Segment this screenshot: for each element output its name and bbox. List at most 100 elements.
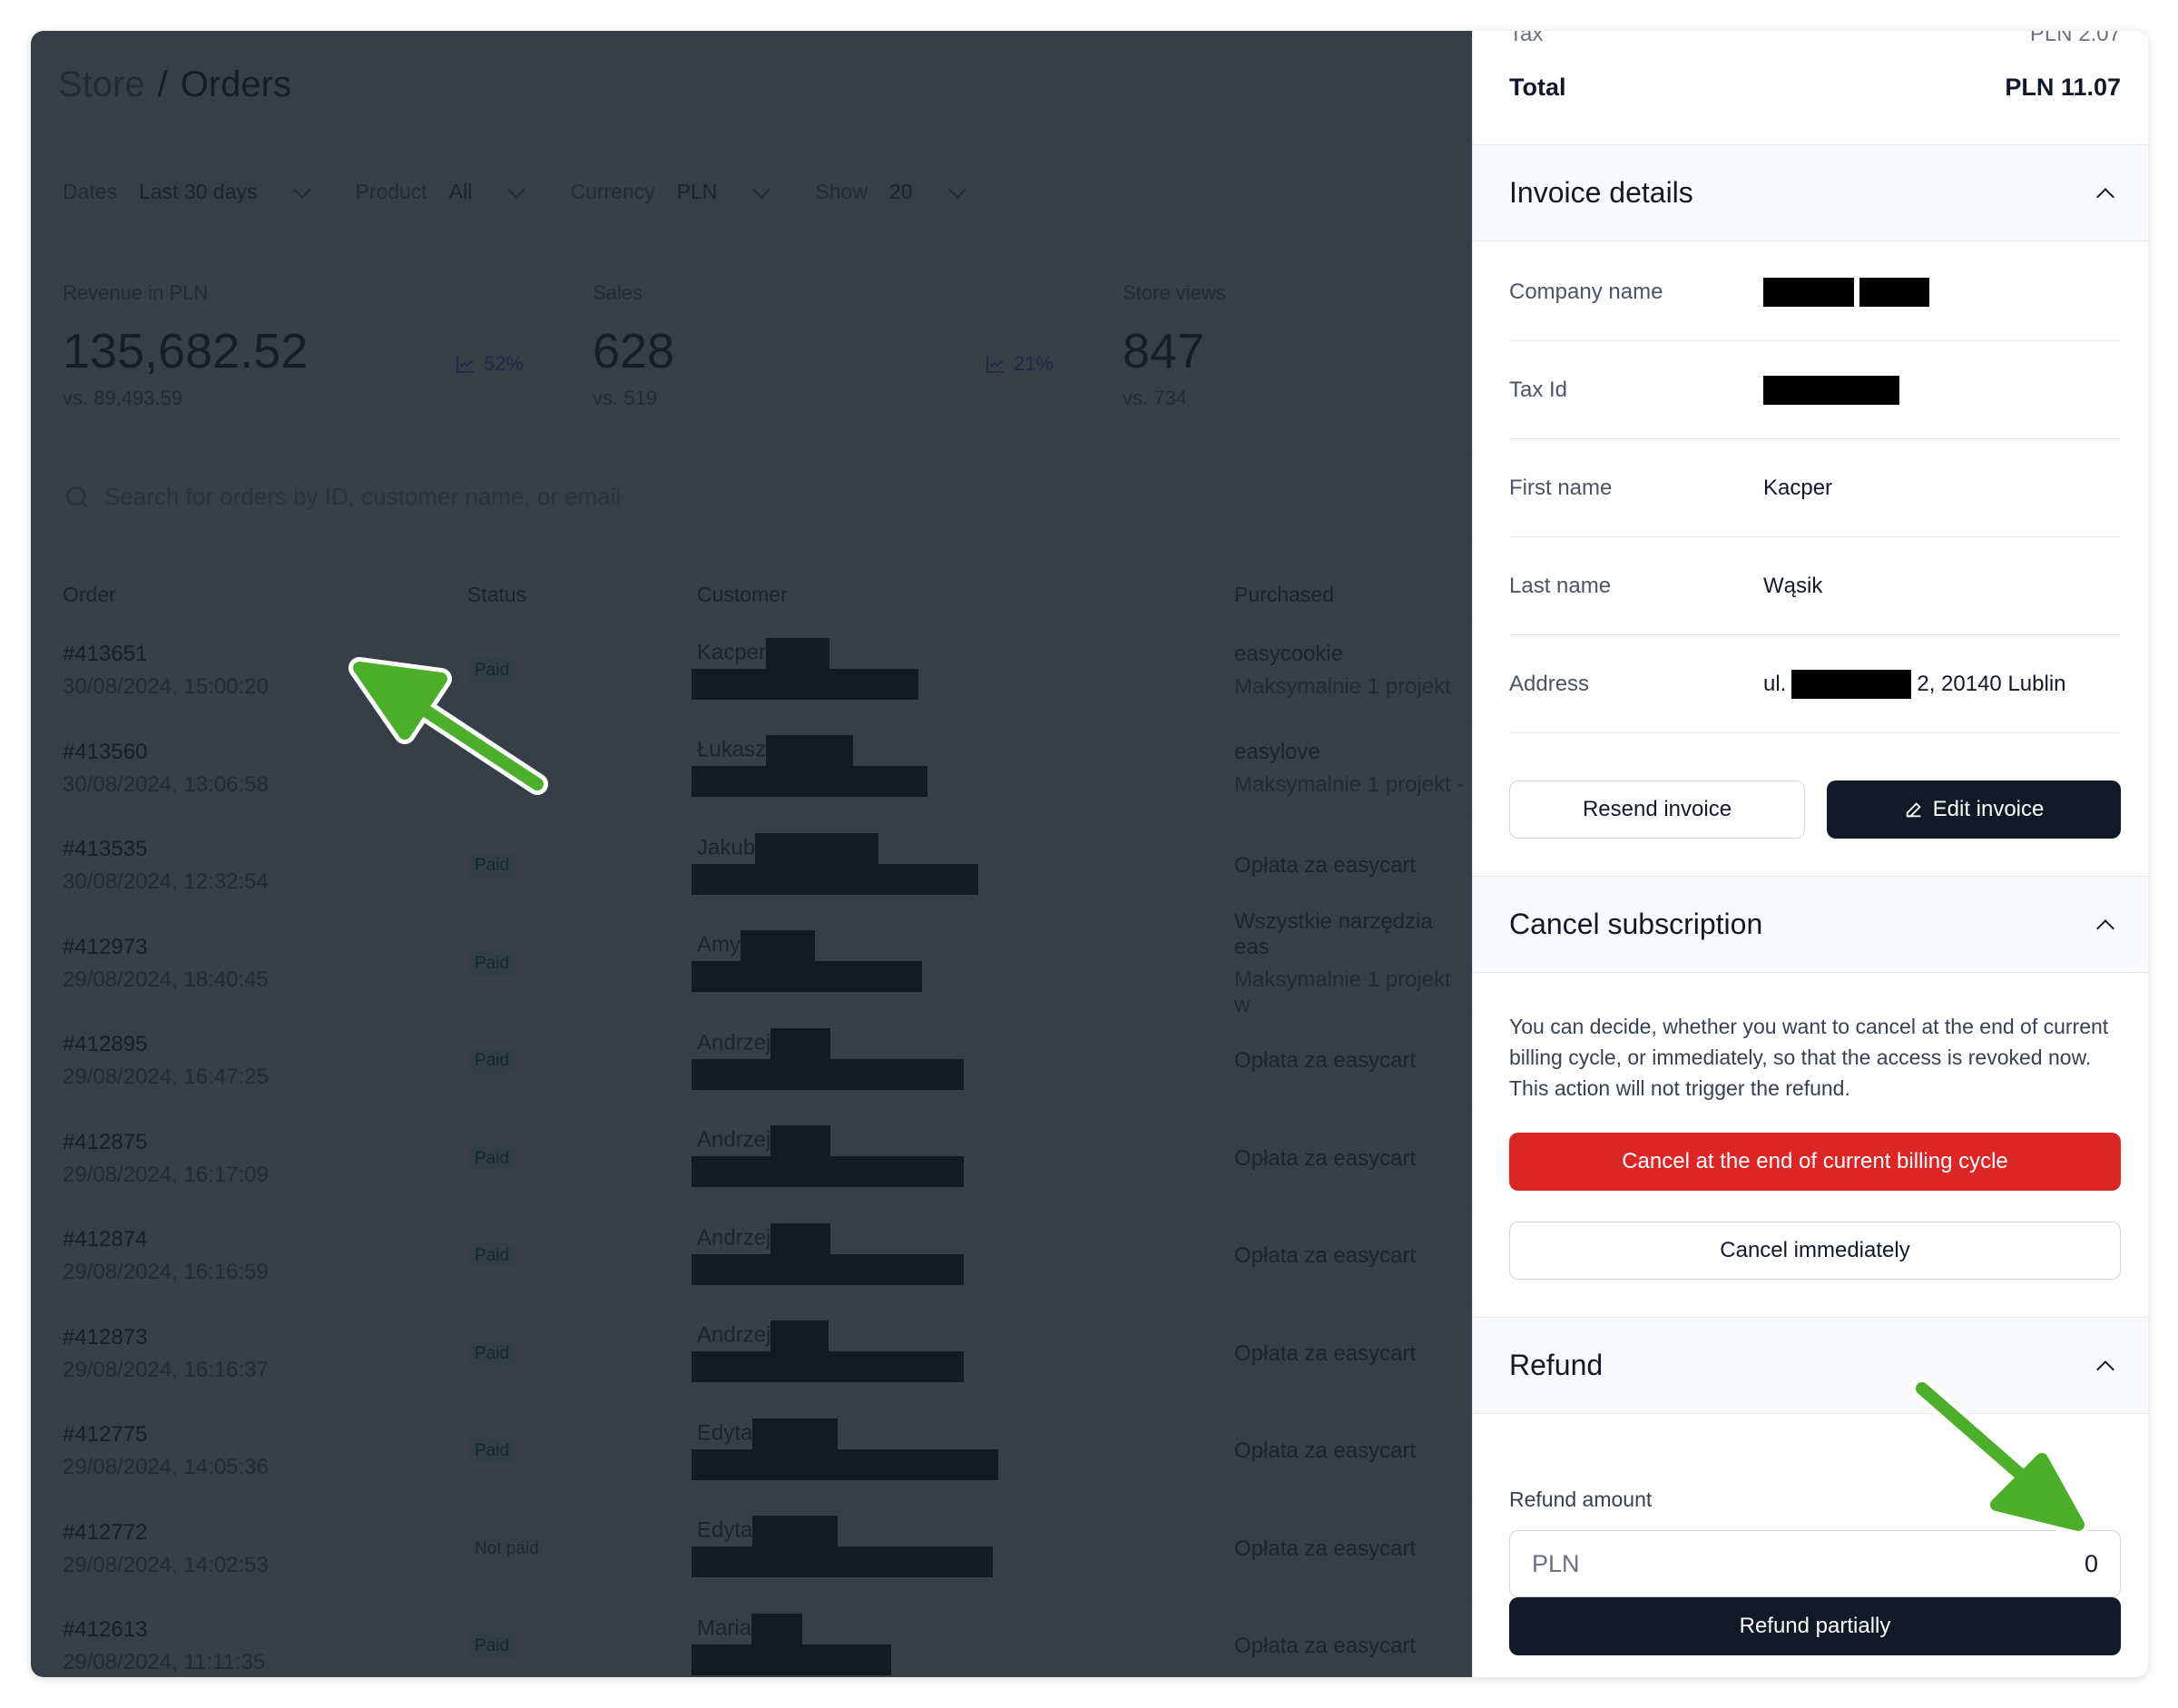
order-cell: #412895 29/08/2024, 16:47:25 bbox=[63, 1032, 467, 1090]
customer-first-name: Andrzej bbox=[697, 1225, 771, 1251]
column-header-status[interactable]: Status bbox=[467, 583, 697, 607]
stat-delta: 21% bbox=[985, 352, 1054, 376]
order-date: 29/08/2024, 16:16:37 bbox=[63, 1357, 269, 1382]
filter-show[interactable]: Show 20 bbox=[815, 174, 970, 210]
order-id[interactable]: #412973 bbox=[63, 935, 467, 960]
column-header-order[interactable]: Order bbox=[63, 583, 467, 607]
section-title: Cancel subscription bbox=[1509, 908, 1763, 940]
stat-label: Store views bbox=[1123, 281, 1226, 304]
customer-email bbox=[692, 766, 1234, 801]
column-header-purchased[interactable]: Purchased bbox=[1234, 583, 1472, 607]
customer-first-name: Andrzej bbox=[697, 1030, 771, 1055]
status-badge: Paid bbox=[467, 853, 517, 879]
redaction bbox=[692, 1546, 993, 1578]
customer-cell: Kacper bbox=[692, 637, 1234, 704]
product-name: Opłata za easycart bbox=[1234, 1243, 1417, 1269]
customer-name: Andrzej bbox=[697, 1320, 1234, 1352]
chevron-up-icon[interactable] bbox=[2096, 918, 2114, 937]
status-cell: Paid bbox=[467, 1048, 697, 1074]
status-cell: Paid bbox=[467, 1438, 697, 1464]
refund-amount-value[interactable]: 0 bbox=[2085, 1550, 2098, 1578]
cancel-subscription-header[interactable]: Cancel subscription bbox=[1473, 876, 2148, 973]
redaction bbox=[1859, 277, 1929, 307]
order-date: 30/08/2024, 13:06:58 bbox=[63, 771, 269, 797]
table-row[interactable]: #412895 29/08/2024, 16:47:25 Paid Andrzej Op… bbox=[63, 1013, 1472, 1111]
total-label: Total bbox=[1509, 74, 1566, 101]
refund-partially-button[interactable]: Refund partially bbox=[1509, 1597, 2121, 1655]
cancel-immediately-button[interactable]: Cancel immediately bbox=[1509, 1222, 2121, 1280]
order-id[interactable]: #413535 bbox=[63, 837, 467, 862]
purchased-cell: Opłata za easycart bbox=[1234, 1438, 1472, 1464]
customer-email bbox=[692, 1644, 1234, 1677]
stat-compare: vs. 89,493.59 bbox=[63, 387, 183, 409]
customer-name: Maria bbox=[697, 1613, 1234, 1644]
filter-product[interactable]: Product All bbox=[356, 174, 531, 210]
customer-email bbox=[692, 1253, 1234, 1290]
customer-email bbox=[692, 961, 1234, 996]
refund-header[interactable]: Refund bbox=[1473, 1317, 2148, 1414]
product-name: Opłata za easycart bbox=[1234, 1048, 1417, 1074]
customer-first-name: Amy bbox=[697, 932, 741, 957]
customer-name: Jakub bbox=[697, 832, 1234, 864]
customer-cell: Edyta bbox=[692, 1516, 1234, 1582]
refund-amount-input[interactable]: PLN 0 bbox=[1509, 1530, 2121, 1597]
address-suffix: 2, 20140 Lublin bbox=[1917, 671, 2066, 696]
table-row[interactable]: #412775 29/08/2024, 14:05:36 Paid Edyta Opła… bbox=[63, 1403, 1472, 1501]
status-cell: Paid bbox=[467, 1145, 697, 1171]
table-row[interactable]: #412873 29/08/2024, 16:16:37 Paid Andrzej Op… bbox=[63, 1306, 1472, 1403]
order-search[interactable]: Search for orders by ID, customer name, … bbox=[31, 456, 1472, 539]
breadcrumb-store-link[interactable]: Store bbox=[58, 64, 145, 105]
order-id[interactable]: #413560 bbox=[63, 740, 467, 765]
redaction bbox=[751, 1613, 803, 1644]
order-id[interactable]: #412772 bbox=[63, 1520, 467, 1546]
customer-first-name: Andrzej bbox=[697, 1127, 771, 1153]
order-id[interactable]: #412775 bbox=[63, 1422, 467, 1448]
table-row[interactable]: #413560 30/08/2024, 13:06:58 Łukasz easylov… bbox=[63, 721, 1472, 818]
table-row[interactable]: #412875 29/08/2024, 16:17:09 Paid Andrzej Op… bbox=[63, 1111, 1472, 1208]
order-cell: #412875 29/08/2024, 16:17:09 bbox=[63, 1130, 467, 1188]
order-id[interactable]: #412873 bbox=[63, 1325, 467, 1350]
stat-delta: 52% bbox=[455, 352, 524, 376]
order-cell: #413651 30/08/2024, 15:00:20 bbox=[63, 642, 467, 700]
order-cell: #412973 29/08/2024, 18:40:45 bbox=[63, 935, 467, 993]
purchased-cell: easycookie Maksymalnie 1 projekt bbox=[1234, 642, 1472, 700]
chevron-up-icon[interactable] bbox=[2096, 187, 2114, 206]
search-input[interactable]: Search for orders by ID, customer name, … bbox=[104, 483, 621, 511]
table-row[interactable]: #413535 30/08/2024, 12:32:54 Paid Jakub Opła… bbox=[63, 818, 1472, 916]
table-row[interactable]: #412772 29/08/2024, 14:02:53 Not paid Edyta… bbox=[63, 1501, 1472, 1598]
table-row[interactable]: #412973 29/08/2024, 18:40:45 Paid Amy Wszyst… bbox=[63, 909, 1472, 1017]
redaction bbox=[692, 961, 922, 993]
filter-currency[interactable]: Currency PLN bbox=[570, 174, 775, 210]
customer-email bbox=[692, 1448, 1234, 1485]
customer-first-name: Jakub bbox=[697, 835, 756, 860]
customer-cell: Andrzej bbox=[692, 1027, 1234, 1094]
table-row[interactable]: #412874 29/08/2024, 16:16:59 Paid Andrzej Op… bbox=[63, 1208, 1472, 1306]
order-id[interactable]: #412874 bbox=[63, 1227, 467, 1252]
customer-first-name: Kacper bbox=[697, 640, 767, 665]
resend-invoice-button[interactable]: Resend invoice bbox=[1509, 780, 1805, 839]
customer-cell: Łukasz bbox=[692, 735, 1234, 801]
order-id[interactable]: #412875 bbox=[63, 1130, 467, 1155]
order-id[interactable]: #413651 bbox=[63, 642, 467, 667]
filter-dates[interactable]: Dates Last 30 days bbox=[63, 174, 316, 210]
table-row[interactable]: #412613 29/08/2024, 11:11:35 Paid Maria Opła… bbox=[63, 1598, 1472, 1677]
invoice-details-header[interactable]: Invoice details bbox=[1473, 144, 2148, 241]
order-id[interactable]: #412613 bbox=[63, 1617, 467, 1643]
column-header-customer[interactable]: Customer bbox=[697, 583, 1234, 607]
redaction bbox=[766, 735, 854, 767]
customer-name: Andrzej bbox=[697, 1027, 1234, 1059]
order-detail-panel: Tax PLN 2.07 Total PLN 11.07 Invoice det… bbox=[1472, 31, 2148, 1677]
section-title: Invoice details bbox=[1509, 176, 1693, 209]
company-name-row: Company name bbox=[1509, 243, 2121, 341]
customer-name: Amy bbox=[697, 930, 1234, 962]
status-badge: Paid bbox=[467, 1340, 517, 1366]
search-icon bbox=[66, 486, 88, 508]
edit-invoice-button[interactable]: Edit invoice bbox=[1827, 780, 2121, 839]
currency-prefix: PLN bbox=[1532, 1549, 1580, 1577]
status-badge: Not paid bbox=[467, 1536, 546, 1561]
cancel-end-of-cycle-button[interactable]: Cancel at the end of current billing cyc… bbox=[1509, 1133, 2121, 1191]
chevron-up-icon[interactable] bbox=[2096, 1360, 2114, 1379]
order-id[interactable]: #412895 bbox=[63, 1032, 467, 1057]
status-cell: Paid bbox=[467, 853, 697, 879]
table-row[interactable]: #413651 30/08/2024, 15:00:20 Paid Kacper eas… bbox=[63, 623, 1472, 721]
